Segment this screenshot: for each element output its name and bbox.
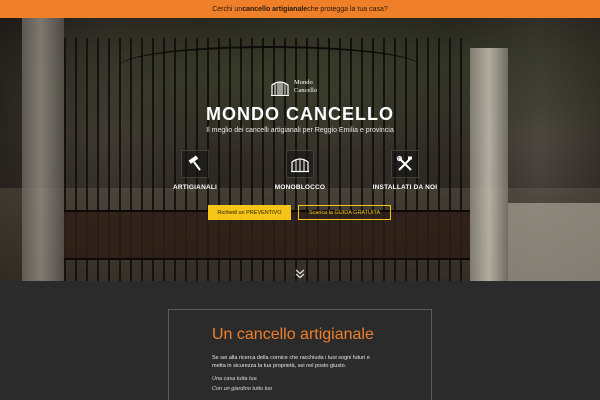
feature-label: MONOBLOCCO [274,184,326,191]
announcement-suffix: che protegga la tua casa? [307,5,388,13]
hammer-icon [181,150,209,178]
tools-icon [391,150,419,178]
hero-title: MONDO CANCELLO [206,104,394,124]
announcement-bar: Cerchi un cancello artigianale che prote… [0,0,600,18]
announcement-highlight: cancello artigianale [242,5,308,13]
announcement-prefix: Cerchi un [212,5,243,13]
download-guide-button[interactable]: Scarica la GUIDA GRATUITA [298,205,391,220]
hero-pillar-right [470,48,508,281]
intro-paragraph: Se sei alla ricerca della cornice che ra… [212,355,370,369]
gate-logo-icon [270,77,290,97]
feature-installati: INSTALLATI DA NOI [360,150,450,191]
intro-title: Un cancello artigianale [212,326,374,343]
logo-line1: Mondo [294,79,313,86]
site-logo[interactable]: Mondo Cancello [270,76,332,98]
feature-label: INSTALLATI DA NOI [372,184,438,191]
request-quote-button[interactable]: Richiedi un PREVENTIVO [208,205,291,220]
hero-pillar-left [22,18,64,281]
hero-wall-right [508,203,600,281]
intro-quote-2: Con un giardino tutto tuo [212,386,273,392]
logo-line2: Cancello [294,87,318,94]
feature-artigianali: ARTIGIANALI [150,150,240,191]
logo-wordmark: Mondo Cancello [294,79,317,95]
gate-icon [286,150,314,178]
chevron-down-icon[interactable] [294,266,306,279]
hero-subtitle: Il meglio dei cancelli artigianali per R… [206,127,394,134]
feature-label: ARTIGIANALI [172,184,218,191]
feature-monoblocco: MONOBLOCCO [255,150,345,191]
intro-quote-1: Una casa tutta tua [212,376,257,382]
